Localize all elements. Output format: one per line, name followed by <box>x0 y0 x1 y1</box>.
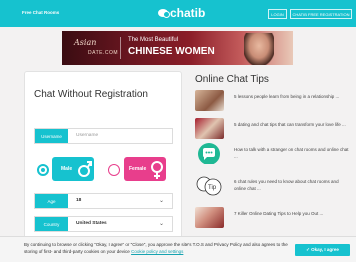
brand-name: chatib <box>170 6 206 20</box>
cookie-banner: By continuing to browse or clicking "Oka… <box>0 236 356 262</box>
tip-thumbnail <box>195 143 224 164</box>
male-label: Male <box>61 166 73 172</box>
cookie-policy-link[interactable]: Cookie policy and settings <box>131 249 183 254</box>
tip-link[interactable]: 6 chat rules you need to know about chat… <box>234 178 350 192</box>
ad-logo-script: Asian <box>74 38 97 47</box>
tip-bubbles-icon: Tip <box>196 176 222 196</box>
login-button[interactable]: LOGIN <box>268 9 287 19</box>
tip-link[interactable]: How to talk with a stranger on chat room… <box>234 146 350 160</box>
ad-headline-small: The Most Beautiful <box>128 37 179 43</box>
speech-bubble-icon <box>203 148 215 160</box>
chevron-down-icon: ⌄ <box>158 221 164 227</box>
username-field[interactable]: Username Username <box>34 128 173 144</box>
cookie-message: By continuing to browse or clicking "Oka… <box>24 241 292 255</box>
tip-thumbnail <box>195 207 224 228</box>
okay-agree-button[interactable]: ✓ Okay, I agree <box>295 244 350 256</box>
tip-link[interactable]: 5 lessons people learn from being in a r… <box>234 93 350 100</box>
age-select[interactable]: Age 18 ⌄ <box>34 193 173 209</box>
form-title: Chat Without Registration <box>34 89 148 100</box>
chevron-down-icon: ⌄ <box>158 198 164 204</box>
ad-photo <box>244 33 274 65</box>
country-select[interactable]: Country United States ⌄ <box>34 216 173 232</box>
ad-headline-big: CHINESE WOMEN <box>128 46 215 57</box>
tip-link[interactable]: 7 Killer Online Dating Tips to Help you … <box>234 210 350 217</box>
username-label: Username <box>35 129 68 143</box>
male-radio[interactable] <box>37 164 49 176</box>
tip-item[interactable]: How to talk with a stranger on chat room… <box>195 143 350 171</box>
tip-thumbnail <box>195 118 224 139</box>
ad-logo-text: DATE.COM <box>88 50 119 56</box>
tip-item[interactable]: 5 lessons people learn from being in a r… <box>195 90 350 118</box>
tip-item[interactable]: 7 Killer Online Dating Tips to Help you … <box>195 207 350 235</box>
female-button[interactable]: Female <box>124 157 166 181</box>
female-label: Female <box>129 166 147 172</box>
free-chat-rooms-link[interactable]: Free Chat Rooms <box>22 10 59 15</box>
tip-link[interactable]: 5 dating and chat tips that can transfor… <box>234 121 350 128</box>
ad-divider <box>120 37 121 59</box>
tip-item[interactable]: Tip 6 chat rules you need to know about … <box>195 175 350 203</box>
svg-text:Tip: Tip <box>208 185 217 191</box>
tips-title: Online Chat Tips <box>195 74 269 85</box>
age-value: 18 <box>76 198 82 203</box>
ad-banner[interactable]: Asian DATE.COM The Most Beautiful CHINES… <box>62 31 293 65</box>
tip-thumbnail <box>195 90 224 111</box>
top-bar: Free Chat Rooms chatib LOGIN CHATIB FREE… <box>0 0 356 27</box>
male-symbol-icon <box>78 161 92 177</box>
country-label: Country <box>35 217 68 231</box>
tip-thumbnail: Tip <box>195 175 224 196</box>
free-registration-button[interactable]: CHATIB FREE REGISTRATION <box>290 9 352 19</box>
gender-selector: Male Female <box>24 157 182 183</box>
female-symbol-icon <box>151 161 163 179</box>
country-value: United States <box>76 221 107 226</box>
username-input[interactable]: Username <box>76 133 98 138</box>
tip-item[interactable]: 5 dating and chat tips that can transfor… <box>195 118 350 146</box>
age-label: Age <box>35 194 68 208</box>
male-button[interactable]: Male <box>52 157 94 181</box>
chat-bubble-icon <box>158 9 170 18</box>
chatib-logo[interactable]: chatib <box>158 6 205 20</box>
female-radio[interactable] <box>108 164 120 176</box>
